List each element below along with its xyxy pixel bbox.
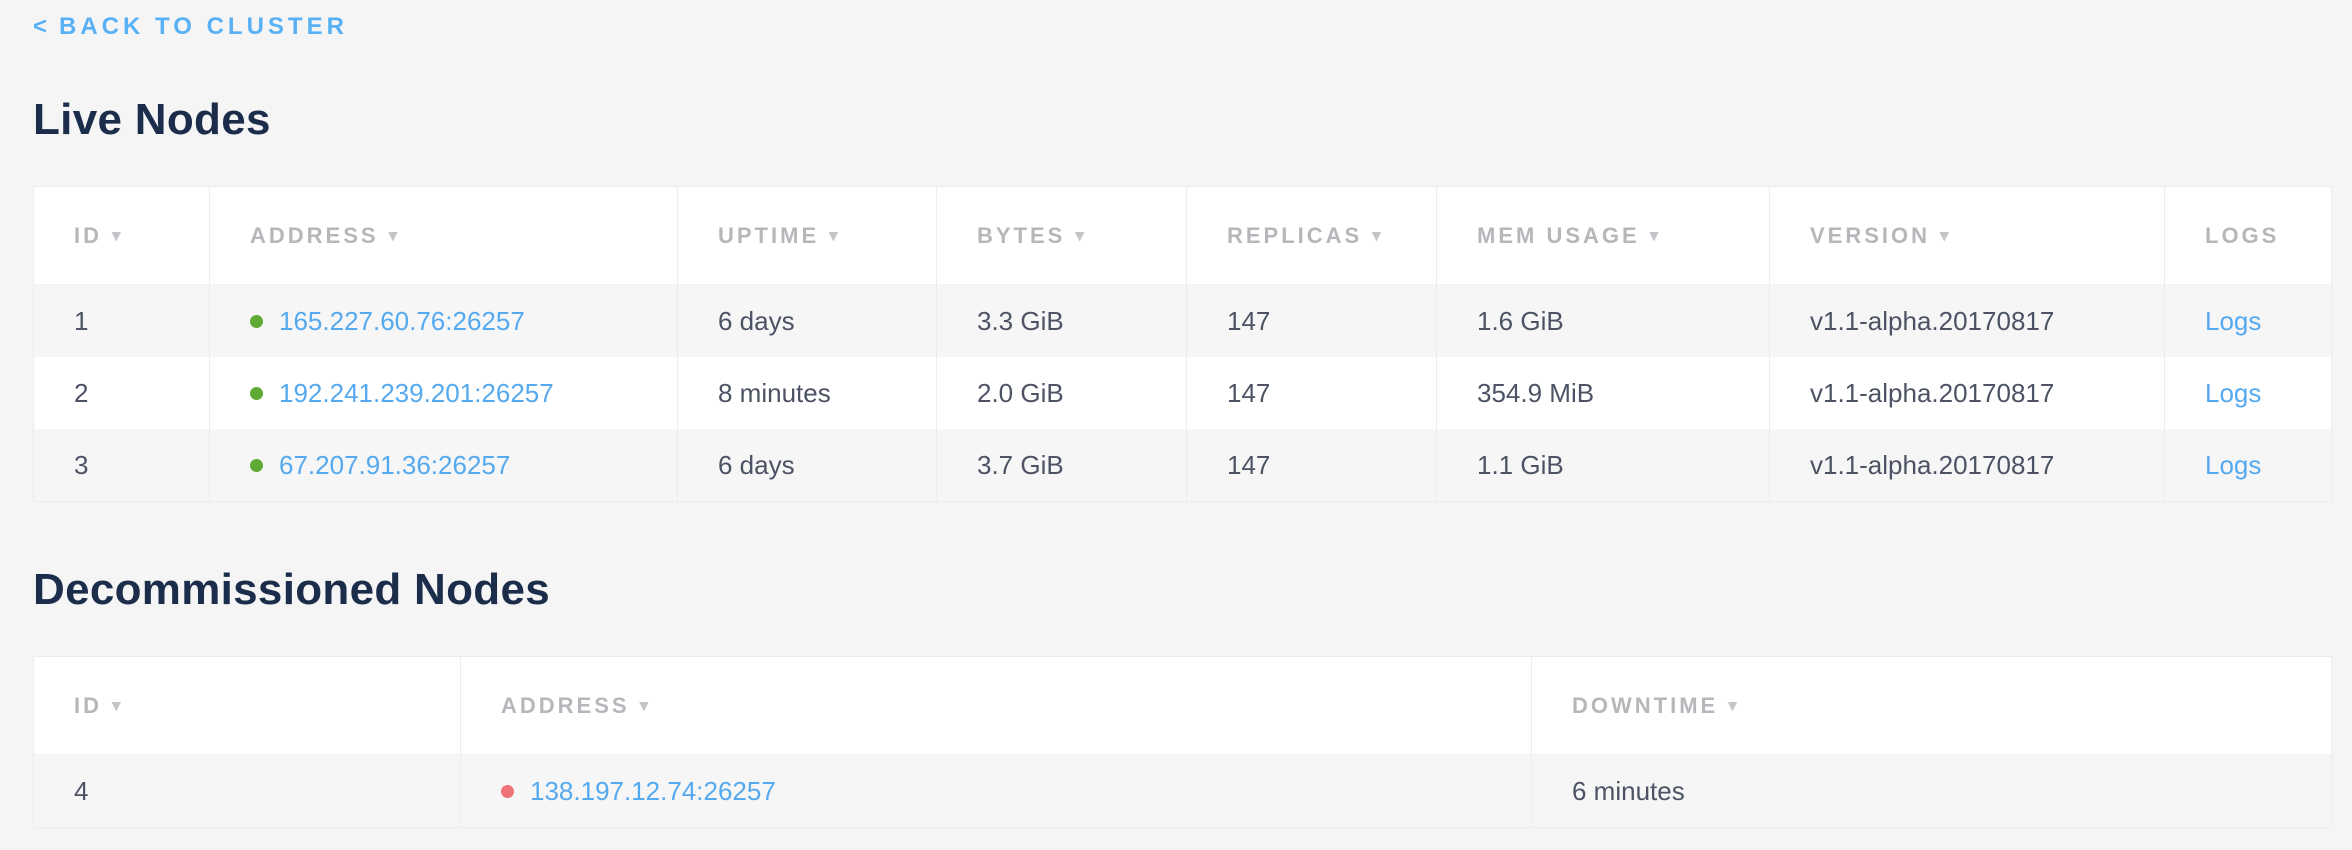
column-header-address[interactable]: ADDRESS ▾ [461,657,1532,755]
node-address-link[interactable]: 67.207.91.36:26257 [279,450,510,480]
decommissioned-status-dot-icon [501,785,514,798]
node-uptime-cell: 6 days [678,285,937,357]
node-logs-cell: Logs [2165,357,2331,429]
live-nodes-table: ID ▾ ADDRESS ▾ UPTIME ▾ BYTES ▾ REPLICAS ▾ ME… [33,186,2332,502]
sort-arrow-icon: ▾ [1372,226,1384,245]
sort-arrow-icon: ▾ [1728,696,1740,715]
column-header-version-label: VERSION [1810,223,1930,248]
node-address-link[interactable]: 138.197.12.74:26257 [530,776,776,806]
live-nodes-title: Live Nodes [33,94,2330,146]
column-header-uptime[interactable]: UPTIME ▾ [678,187,937,285]
node-id-cell: 4 [34,755,461,827]
column-header-replicas-label: REPLICAS [1227,223,1362,248]
column-header-mem-usage[interactable]: MEM USAGE ▾ [1437,187,1770,285]
node-version-cell: v1.1-alpha.20170817 [1770,285,2165,357]
node-uptime-cell: 6 days [678,429,937,501]
sort-arrow-icon: ▾ [640,696,652,715]
nodes-overview-page: < BACK TO CLUSTER Live Nodes ID ▾ ADDRESS… [0,0,2352,828]
node-logs-link[interactable]: Logs [2205,378,2261,408]
live-status-dot-icon [250,387,263,400]
node-replicas-cell: 147 [1187,357,1437,429]
column-header-address-label: ADDRESS [250,223,379,248]
column-header-downtime[interactable]: DOWNTIME ▾ [1532,657,2331,755]
node-bytes-cell: 2.0 GiB [937,357,1187,429]
node-address-cell: 192.241.239.201:26257 [210,357,678,429]
column-header-mem-usage-label: MEM USAGE [1477,223,1640,248]
node-logs-cell: Logs [2165,429,2331,501]
table-row: 1 165.227.60.76:26257 6 days 3.3 GiB 147… [34,285,2331,357]
table-row: 4 138.197.12.74:26257 6 minutes [34,755,2331,827]
column-header-version[interactable]: VERSION ▾ [1770,187,2165,285]
node-address-cell: 67.207.91.36:26257 [210,429,678,501]
node-id-cell: 2 [34,357,210,429]
sort-arrow-icon: ▾ [829,226,841,245]
node-logs-link[interactable]: Logs [2205,450,2261,480]
column-header-replicas[interactable]: REPLICAS ▾ [1187,187,1437,285]
table-row: 2 192.241.239.201:26257 8 minutes 2.0 Gi… [34,357,2331,429]
column-header-id[interactable]: ID ▾ [34,187,210,285]
column-header-id[interactable]: ID ▾ [34,657,461,755]
live-status-dot-icon [250,315,263,328]
node-uptime-cell: 8 minutes [678,357,937,429]
decommissioned-nodes-table: ID ▾ ADDRESS ▾ DOWNTIME ▾ 4 138.197.12.74:2… [33,656,2332,828]
node-logs-link[interactable]: Logs [2205,306,2261,336]
live-nodes-header-row: ID ▾ ADDRESS ▾ UPTIME ▾ BYTES ▾ REPLICAS ▾ ME… [34,187,2331,285]
decommissioned-nodes-title: Decommissioned Nodes [33,564,2330,616]
node-downtime-cell: 6 minutes [1532,755,2331,827]
node-address-cell: 138.197.12.74:26257 [461,755,1532,827]
back-to-cluster-label: BACK TO CLUSTER [59,14,348,40]
node-replicas-cell: 147 [1187,285,1437,357]
sort-arrow-icon: ▾ [112,226,124,245]
node-mem-usage-cell: 354.9 MiB [1437,357,1770,429]
chevron-left-icon: < [33,14,47,40]
table-row: 3 67.207.91.36:26257 6 days 3.7 GiB 147 … [34,429,2331,501]
column-header-id-label: ID [74,693,102,718]
column-header-bytes[interactable]: BYTES ▾ [937,187,1187,285]
column-header-uptime-label: UPTIME [718,223,819,248]
node-version-cell: v1.1-alpha.20170817 [1770,357,2165,429]
node-version-cell: v1.1-alpha.20170817 [1770,429,2165,501]
column-header-bytes-label: BYTES [977,223,1065,248]
node-mem-usage-cell: 1.6 GiB [1437,285,1770,357]
node-address-cell: 165.227.60.76:26257 [210,285,678,357]
sort-arrow-icon: ▾ [1075,226,1087,245]
sort-arrow-icon: ▾ [112,696,124,715]
sort-arrow-icon: ▾ [1650,226,1662,245]
back-to-cluster-link[interactable]: < BACK TO CLUSTER [33,14,348,40]
column-header-address-label: ADDRESS [501,693,630,718]
sort-arrow-icon: ▾ [389,226,401,245]
node-id-cell: 1 [34,285,210,357]
node-mem-usage-cell: 1.1 GiB [1437,429,1770,501]
node-address-link[interactable]: 165.227.60.76:26257 [279,306,525,336]
node-id-cell: 3 [34,429,210,501]
node-address-link[interactable]: 192.241.239.201:26257 [279,378,554,408]
sort-arrow-icon: ▾ [1940,226,1952,245]
column-header-logs: LOGS [2165,187,2331,285]
node-bytes-cell: 3.7 GiB [937,429,1187,501]
node-replicas-cell: 147 [1187,429,1437,501]
decommissioned-nodes-header-row: ID ▾ ADDRESS ▾ DOWNTIME ▾ [34,657,2331,755]
column-header-downtime-label: DOWNTIME [1572,693,1718,718]
node-bytes-cell: 3.3 GiB [937,285,1187,357]
column-header-address[interactable]: ADDRESS ▾ [210,187,678,285]
column-header-id-label: ID [74,223,102,248]
column-header-logs-label: LOGS [2205,223,2279,248]
node-logs-cell: Logs [2165,285,2331,357]
live-status-dot-icon [250,459,263,472]
